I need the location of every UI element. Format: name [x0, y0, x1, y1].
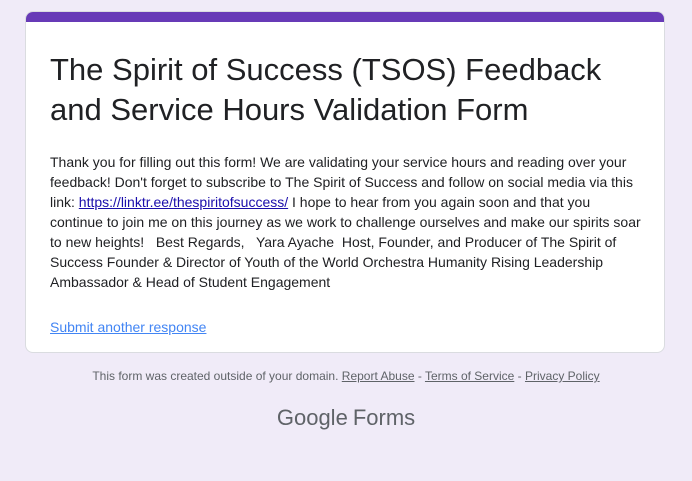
- footer-domain-notice: This form was created outside of your do…: [92, 369, 339, 383]
- terms-of-service-link[interactable]: Terms of Service: [425, 369, 514, 383]
- footer-notice: This form was created outside of your do…: [0, 368, 692, 384]
- google-forms-logo[interactable]: Google Forms: [0, 404, 692, 432]
- form-accent-bar: [26, 12, 664, 22]
- footer-separator: -: [414, 369, 425, 383]
- form-card: The Spirit of Success (TSOS) Feedback an…: [25, 11, 665, 353]
- page: The Spirit of Success (TSOS) Feedback an…: [0, 0, 692, 481]
- footer-separator: -: [514, 369, 525, 383]
- report-abuse-link[interactable]: Report Abuse: [342, 369, 415, 383]
- form-description: Thank you for filling out this form! We …: [50, 152, 645, 292]
- submit-another-response-link[interactable]: Submit another response: [50, 317, 206, 337]
- form-card-body: The Spirit of Success (TSOS) Feedback an…: [50, 50, 645, 337]
- forms-wordmark: Forms: [352, 405, 416, 430]
- google-wordmark: Google: [276, 405, 348, 430]
- privacy-policy-link[interactable]: Privacy Policy: [525, 369, 600, 383]
- linktree-link[interactable]: https://linktr.ee/thespiritofsuccess/: [79, 194, 288, 210]
- form-title: The Spirit of Success (TSOS) Feedback an…: [50, 52, 602, 127]
